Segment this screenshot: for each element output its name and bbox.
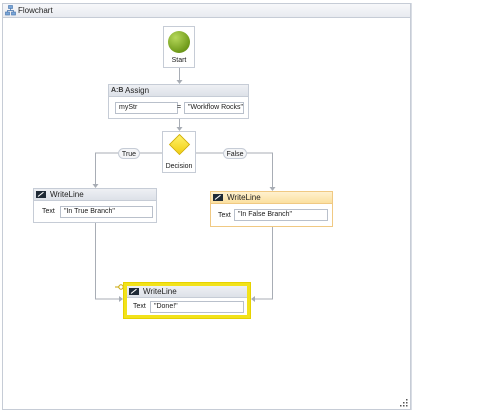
- assign-title: Assign: [125, 86, 150, 95]
- writeline-false-activity[interactable]: WriteLine Text "In False Branch": [210, 191, 333, 227]
- assign-operator: =: [177, 104, 182, 111]
- start-node[interactable]: Start: [163, 26, 195, 68]
- writeline-done-activity[interactable]: WriteLine Text "Done!": [124, 283, 250, 318]
- assign-icon: A:B: [111, 87, 124, 94]
- writeline-done-text-field[interactable]: "Done!": [150, 301, 244, 313]
- assign-value-field[interactable]: "Workflow Rocks": [184, 102, 244, 114]
- decision-label: Decision: [165, 163, 193, 170]
- flowchart-icon: [5, 5, 16, 16]
- decision-diamond-icon: [168, 133, 191, 156]
- scrollbar-edge: [411, 3, 412, 410]
- false-branch-label[interactable]: False: [223, 148, 247, 159]
- writeline-true-activity[interactable]: WriteLine Text "In True Branch": [33, 188, 157, 223]
- decision-node[interactable]: Decision: [162, 131, 196, 173]
- assign-to-field[interactable]: myStr: [115, 102, 178, 114]
- writeline-true-text-field[interactable]: "In True Branch": [60, 206, 153, 218]
- writeline-icon: [129, 288, 139, 295]
- assign-activity[interactable]: A:B Assign myStr = "Workflow Rocks": [108, 84, 249, 119]
- writeline-done-title: WriteLine: [143, 287, 177, 296]
- writeline-icon: [36, 191, 46, 198]
- writeline-false-text-label: Text: [218, 212, 231, 219]
- writeline-true-text-label: Text: [42, 208, 55, 215]
- writeline-true-header: WriteLine: [34, 189, 156, 201]
- writeline-done-text-label: Text: [133, 303, 146, 310]
- writeline-false-header: WriteLine: [211, 192, 332, 204]
- writeline-done-header: WriteLine: [127, 286, 247, 298]
- start-label: Start: [171, 57, 187, 64]
- writeline-true-title: WriteLine: [50, 190, 84, 199]
- designer-title: Flowchart: [18, 6, 53, 15]
- writeline-icon: [213, 194, 223, 201]
- designer-header: Flowchart: [3, 4, 410, 18]
- true-branch-label[interactable]: True: [118, 148, 140, 159]
- assign-header: A:B Assign: [109, 85, 248, 97]
- resize-grip-icon[interactable]: [400, 399, 408, 407]
- start-circle-icon: [168, 31, 190, 53]
- writeline-false-title: WriteLine: [227, 193, 261, 202]
- writeline-false-text-field[interactable]: "In False Branch": [234, 209, 328, 221]
